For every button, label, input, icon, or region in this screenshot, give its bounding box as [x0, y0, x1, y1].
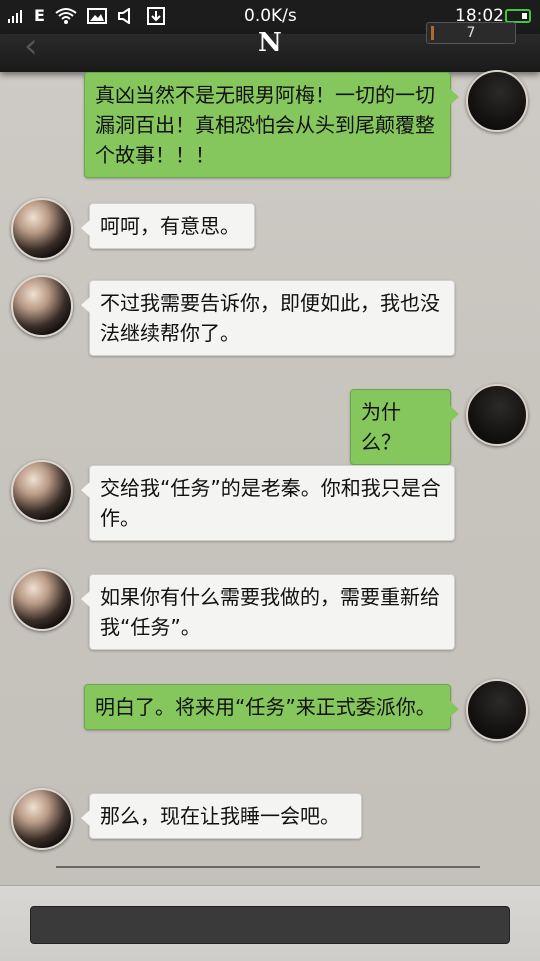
avatar-contact[interactable]	[11, 569, 73, 631]
chevron-left-icon[interactable]: ‹	[24, 26, 38, 66]
download-icon	[146, 6, 165, 25]
divider	[56, 866, 480, 868]
avatar-self[interactable]	[466, 679, 528, 741]
message-bubble-sent[interactable]: 真凶当然不是无眼男阿梅！一切的一切漏洞百出！真相恐怕会从头到尾颠覆整个故事！！！	[84, 72, 459, 178]
avatar-self[interactable]	[466, 70, 528, 132]
image-icon	[86, 7, 107, 24]
avatar-contact[interactable]	[11, 275, 73, 337]
message-bubble-sent[interactable]: 为什么？	[350, 389, 459, 465]
network-speed: 0.0K/s	[244, 6, 297, 26]
volume-icon	[117, 7, 130, 24]
wifi-icon	[55, 7, 77, 24]
network-type: E	[34, 6, 45, 25]
status-icons: E	[8, 6, 165, 25]
message-bubble-sent[interactable]: 明白了。将来用“任务”来正式委派你。	[84, 684, 459, 730]
message-bubble-received[interactable]: 不过我需要告诉你，即便如此，我也没法继续帮你了。	[81, 280, 455, 356]
message-bubble-received[interactable]: 呵呵，有意思。	[81, 203, 255, 249]
battery-icon	[505, 9, 531, 23]
avatar-contact[interactable]	[11, 198, 73, 260]
avatar-contact[interactable]	[11, 788, 73, 850]
app-header: ‹ N 7	[0, 22, 540, 72]
input-bar	[0, 885, 540, 961]
avatar-contact[interactable]	[11, 460, 73, 522]
message-bubble-received[interactable]: 交给我“任务”的是老秦。你和我只是合作。	[81, 465, 455, 541]
message-input[interactable]	[30, 906, 510, 944]
avatar-self[interactable]	[466, 384, 528, 446]
signal-icon	[8, 9, 24, 23]
message-bubble-received[interactable]: 那么，现在让我睡一会吧。	[81, 793, 362, 839]
message-bubble-received[interactable]: 如果你有什么需要我做的，需要重新给我“任务”。	[81, 574, 455, 650]
app-logo: N	[258, 28, 282, 58]
task-counter[interactable]: 7	[426, 22, 516, 44]
